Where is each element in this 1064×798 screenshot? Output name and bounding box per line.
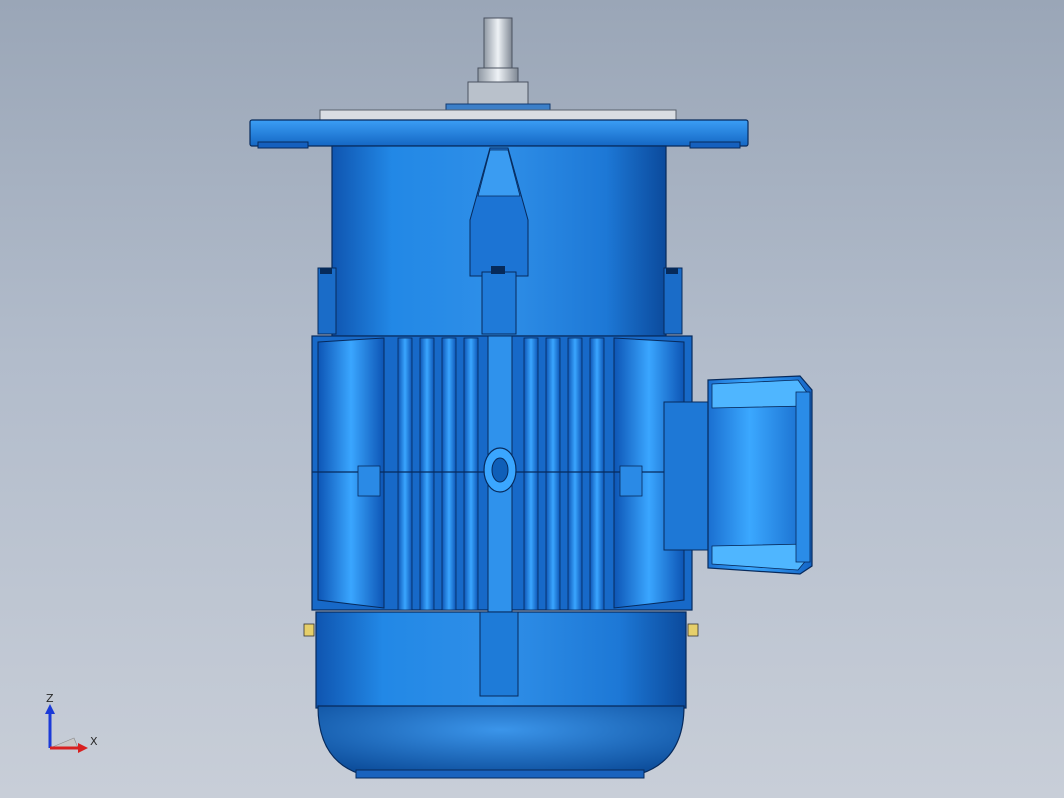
z-axis-arrow-icon (45, 704, 55, 714)
cad-viewport[interactable]: Z X (0, 0, 1064, 798)
lifting-eye[interactable] (483, 447, 517, 493)
x-axis-label: X (90, 735, 98, 748)
upper-housing[interactable] (317, 145, 683, 337)
axis-triad: Z X (45, 692, 98, 753)
z-axis-label: Z (46, 692, 54, 705)
x-axis-arrow-icon (78, 743, 88, 753)
fan-cover[interactable] (303, 611, 699, 779)
motor-model[interactable] (0, 0, 1064, 798)
mounting-flange[interactable] (249, 109, 749, 149)
stator-body[interactable] (311, 335, 693, 613)
terminal-box[interactable] (663, 375, 813, 575)
shaft[interactable] (445, 17, 551, 115)
